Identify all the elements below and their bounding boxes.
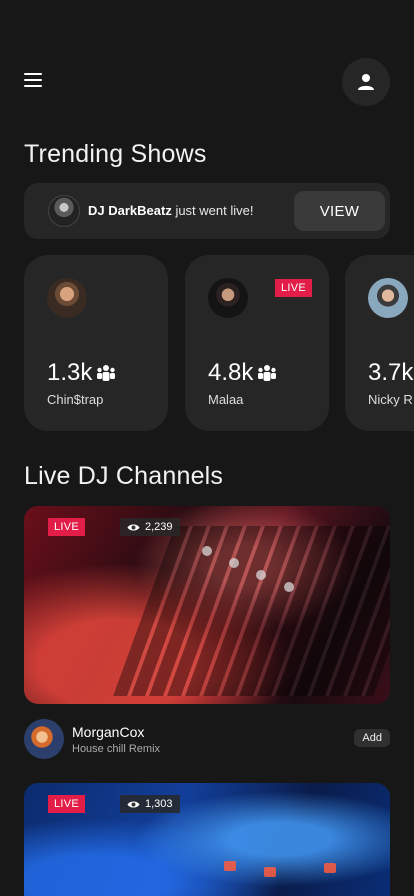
audience-count-value: 3.7k [368, 359, 414, 386]
deck-pad [324, 863, 336, 873]
audience-count-value: 4.8k [208, 359, 254, 386]
viewer-count-value: 2,239 [145, 521, 173, 533]
avatar [208, 278, 248, 318]
deck-pad [264, 867, 276, 877]
went-live-banner: DJ DarkBeatz just went live! VIEW [24, 183, 390, 239]
profile-button[interactable] [342, 58, 390, 106]
group-icon [258, 365, 277, 381]
eye-icon [127, 801, 140, 807]
show-name: Malaa [208, 392, 244, 407]
view-button[interactable]: VIEW [294, 191, 385, 231]
deck-knob [229, 558, 239, 568]
deck-pad [224, 861, 236, 871]
deck-knob [202, 546, 212, 556]
live-badge: LIVE [48, 518, 86, 536]
went-live-message: DJ DarkBeatz just went live! [88, 203, 253, 218]
audience-count-value: 1.3k [47, 359, 93, 386]
went-live-text: just went live! [171, 203, 254, 218]
live-badge: LIVE [274, 279, 312, 297]
viewer-count: 1,303 [120, 795, 180, 813]
deck-knob [256, 570, 266, 580]
dj-avatar [48, 195, 80, 227]
add-button[interactable]: Add [354, 729, 390, 747]
show-name: Nicky R [368, 392, 413, 407]
dj-name: MorganCox [72, 724, 145, 740]
audience-count: 3.7k [368, 359, 413, 387]
channel-thumbnail[interactable]: LIVE 2,239 [24, 506, 390, 704]
group-icon [97, 365, 116, 381]
audience-count: 1.3k [47, 359, 116, 387]
live-badge: LIVE [48, 795, 86, 813]
user-icon [358, 74, 374, 90]
deck-knob [284, 582, 294, 592]
show-card[interactable]: LIVE 4.8k Malaa [185, 255, 329, 431]
viewer-count-value: 1,303 [145, 798, 173, 810]
channel-info-row: MorganCox House chill Remix Add [24, 719, 390, 759]
avatar [368, 278, 408, 318]
trending-shows-title: Trending Shows [24, 140, 207, 168]
dj-deck-visual [113, 526, 390, 696]
avatar[interactable] [24, 719, 64, 759]
viewer-count: 2,239 [120, 518, 180, 536]
hamburger-menu-icon[interactable] [24, 73, 42, 87]
track-subtitle: House chill Remix [72, 743, 161, 755]
live-dj-channels-title: Live DJ Channels [24, 462, 224, 490]
show-card[interactable]: 3.7k Nicky R [345, 255, 414, 431]
show-card[interactable]: 1.3k Chin$trap [24, 255, 168, 431]
eye-icon [127, 524, 140, 530]
avatar [47, 278, 87, 318]
audience-count: 4.8k [208, 359, 277, 387]
show-name: Chin$trap [47, 392, 104, 407]
dj-name: DJ DarkBeatz [88, 203, 172, 218]
channel-thumbnail[interactable]: LIVE 1,303 [24, 783, 390, 896]
